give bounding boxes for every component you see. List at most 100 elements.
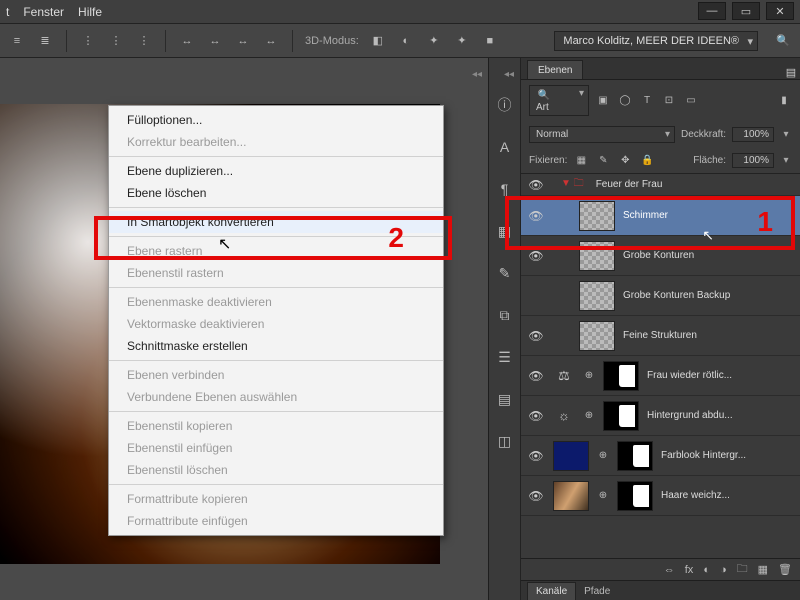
- layer-mask-thumbnail[interactable]: [617, 441, 653, 471]
- panel-collapse-grip-icon[interactable]: ◂◂: [502, 60, 516, 88]
- layer-row[interactable]: 👁 Schimmer: [521, 196, 800, 236]
- styles-icon[interactable]: ▦: [494, 220, 516, 242]
- layer-name[interactable]: Frau wieder rötlic...: [647, 370, 794, 381]
- align-icon[interactable]: ≣: [36, 32, 54, 50]
- layer-row[interactable]: 👁 ⊕ Farblook Hintergr...: [521, 436, 800, 476]
- opacity-value[interactable]: 100%: [732, 127, 774, 142]
- layer-group[interactable]: 👁 ▼ 🗀 Feuer der Frau: [521, 174, 800, 196]
- brush-icon[interactable]: ✎: [494, 262, 516, 284]
- close-button[interactable]: ✕: [766, 2, 794, 20]
- layer-mask-thumbnail[interactable]: [603, 401, 639, 431]
- context-menu-item[interactable]: Schnittmaske erstellen: [109, 335, 443, 357]
- swatches-icon[interactable]: ▤: [494, 388, 516, 410]
- layer-name[interactable]: Feine Strukturen: [623, 330, 794, 341]
- filter-adjust-icon[interactable]: ◯: [617, 94, 633, 108]
- mask-icon[interactable]: ◐: [703, 564, 710, 576]
- layer-thumbnail[interactable]: [553, 441, 589, 471]
- visibility-toggle[interactable]: 👁: [527, 249, 545, 263]
- history-icon[interactable]: ☰: [494, 346, 516, 368]
- navigator-icon[interactable]: ◫: [494, 430, 516, 452]
- workspace-dropdown[interactable]: Marco Kolditz, MEER DER IDEEN®: [554, 31, 758, 51]
- panel-menu-icon[interactable]: ▤: [782, 66, 800, 79]
- arrange-icon[interactable]: ↔: [206, 32, 224, 50]
- context-menu-item[interactable]: In Smartobjekt konvertieren: [109, 211, 443, 233]
- filter-shape-icon[interactable]: ⊡: [661, 94, 677, 108]
- visibility-toggle[interactable]: 👁: [527, 489, 545, 503]
- lock-transparent-icon[interactable]: ▦: [573, 154, 589, 168]
- clone-icon[interactable]: ⧉: [494, 304, 516, 326]
- arrange-icon[interactable]: ↔: [178, 32, 196, 50]
- visibility-toggle[interactable]: 👁: [527, 329, 545, 343]
- layer-row[interactable]: 👁 Feine Strukturen: [521, 316, 800, 356]
- layer-row[interactable]: 👁 ☼ ⊕ Hintergrund abdu...: [521, 396, 800, 436]
- layer-thumbnail[interactable]: [579, 281, 615, 311]
- filter-toggle-icon[interactable]: ▮: [776, 94, 792, 108]
- layer-list[interactable]: 👁 ▼ 🗀 Feuer der Frau 👁 Schimmer 👁: [521, 173, 800, 558]
- fill-arrow-icon[interactable]: ▾: [780, 155, 792, 166]
- visibility-toggle[interactable]: 👁: [527, 209, 545, 223]
- lock-all-icon[interactable]: 🔒: [639, 154, 655, 168]
- visibility-toggle[interactable]: 👁: [527, 178, 545, 192]
- menu-item[interactable]: t: [6, 5, 9, 19]
- layer-row[interactable]: 👁 Grobe Konturen: [521, 236, 800, 276]
- visibility-toggle[interactable]: 👁: [527, 409, 545, 423]
- layer-name[interactable]: Farblook Hintergr...: [661, 450, 794, 461]
- character-icon[interactable]: A: [494, 136, 516, 158]
- layer-mask-thumbnail[interactable]: [603, 361, 639, 391]
- arrange-icon[interactable]: ↔: [262, 32, 280, 50]
- layer-row[interactable]: 👁 ⚖ ⊕ Frau wieder rötlic...: [521, 356, 800, 396]
- distribute-icon[interactable]: ⋮: [135, 32, 153, 50]
- layer-thumbnail[interactable]: [579, 201, 615, 231]
- visibility-toggle[interactable]: 👁: [527, 369, 545, 383]
- filter-pixel-icon[interactable]: ▣: [595, 94, 611, 108]
- tab-paths[interactable]: Pfade: [576, 583, 618, 600]
- layer-kind-filter[interactable]: 🔍 Art: [529, 85, 589, 116]
- layer-row[interactable]: 👁 ⊕ Haare weichz...: [521, 476, 800, 516]
- layer-name[interactable]: Haare weichz...: [661, 490, 794, 501]
- fill-value[interactable]: 100%: [732, 153, 774, 168]
- 3d-camera-icon[interactable]: ■: [481, 32, 499, 50]
- group-icon[interactable]: 🗀: [737, 560, 748, 579]
- search-icon[interactable]: 🔍: [774, 32, 792, 50]
- context-menu-item[interactable]: Ebene löschen: [109, 182, 443, 204]
- layer-name[interactable]: Grobe Konturen Backup: [623, 290, 794, 301]
- filter-type-icon[interactable]: T: [639, 94, 655, 108]
- arrange-icon[interactable]: ↔: [234, 32, 252, 50]
- layer-thumbnail[interactable]: [579, 321, 615, 351]
- lock-position-icon[interactable]: ✥: [617, 154, 633, 168]
- trash-icon[interactable]: 🗑: [778, 563, 792, 576]
- layer-thumbnail[interactable]: [553, 481, 589, 511]
- context-menu-item[interactable]: Fülloptionen...: [109, 109, 443, 131]
- tab-layers[interactable]: Ebenen: [527, 60, 583, 79]
- filter-smart-icon[interactable]: ▭: [683, 94, 699, 108]
- paragraph-icon[interactable]: ¶: [494, 178, 516, 200]
- link-layers-icon[interactable]: ⇔: [664, 564, 675, 576]
- visibility-toggle[interactable]: 👁: [527, 449, 545, 463]
- 3d-sphere-icon[interactable]: ◐: [397, 32, 415, 50]
- 3d-light-icon[interactable]: ✦: [453, 32, 471, 50]
- distribute-icon[interactable]: ⋮: [79, 32, 97, 50]
- info-icon[interactable]: ⓘ: [494, 94, 516, 116]
- layer-thumbnail[interactable]: [579, 241, 615, 271]
- layer-name[interactable]: Hintergrund abdu...: [647, 410, 794, 421]
- opacity-arrow-icon[interactable]: ▾: [780, 129, 792, 140]
- adjustment-icon[interactable]: ◑: [720, 564, 727, 576]
- layer-mask-thumbnail[interactable]: [617, 481, 653, 511]
- blend-mode-dropdown[interactable]: Normal: [529, 126, 675, 143]
- tab-channels[interactable]: Kanäle: [527, 582, 576, 600]
- layer-row[interactable]: Grobe Konturen Backup: [521, 276, 800, 316]
- distribute-icon[interactable]: ⋮: [107, 32, 125, 50]
- 3d-light-icon[interactable]: ✦: [425, 32, 443, 50]
- maximize-button[interactable]: ▭: [732, 2, 760, 20]
- layer-name[interactable]: Schimmer: [623, 210, 794, 221]
- lock-pixels-icon[interactable]: ✎: [595, 154, 611, 168]
- menu-item-window[interactable]: Fenster: [23, 5, 64, 19]
- 3d-cube-icon[interactable]: ◧: [369, 32, 387, 50]
- align-icon[interactable]: ≡: [8, 32, 26, 50]
- panel-collapse-grip-icon[interactable]: ◂◂: [470, 60, 484, 88]
- menu-item-help[interactable]: Hilfe: [78, 5, 102, 19]
- new-layer-icon[interactable]: ▦: [758, 563, 768, 576]
- fx-icon[interactable]: fx: [685, 564, 694, 576]
- minimize-button[interactable]: —: [698, 2, 726, 20]
- context-menu-item[interactable]: Ebene duplizieren...: [109, 160, 443, 182]
